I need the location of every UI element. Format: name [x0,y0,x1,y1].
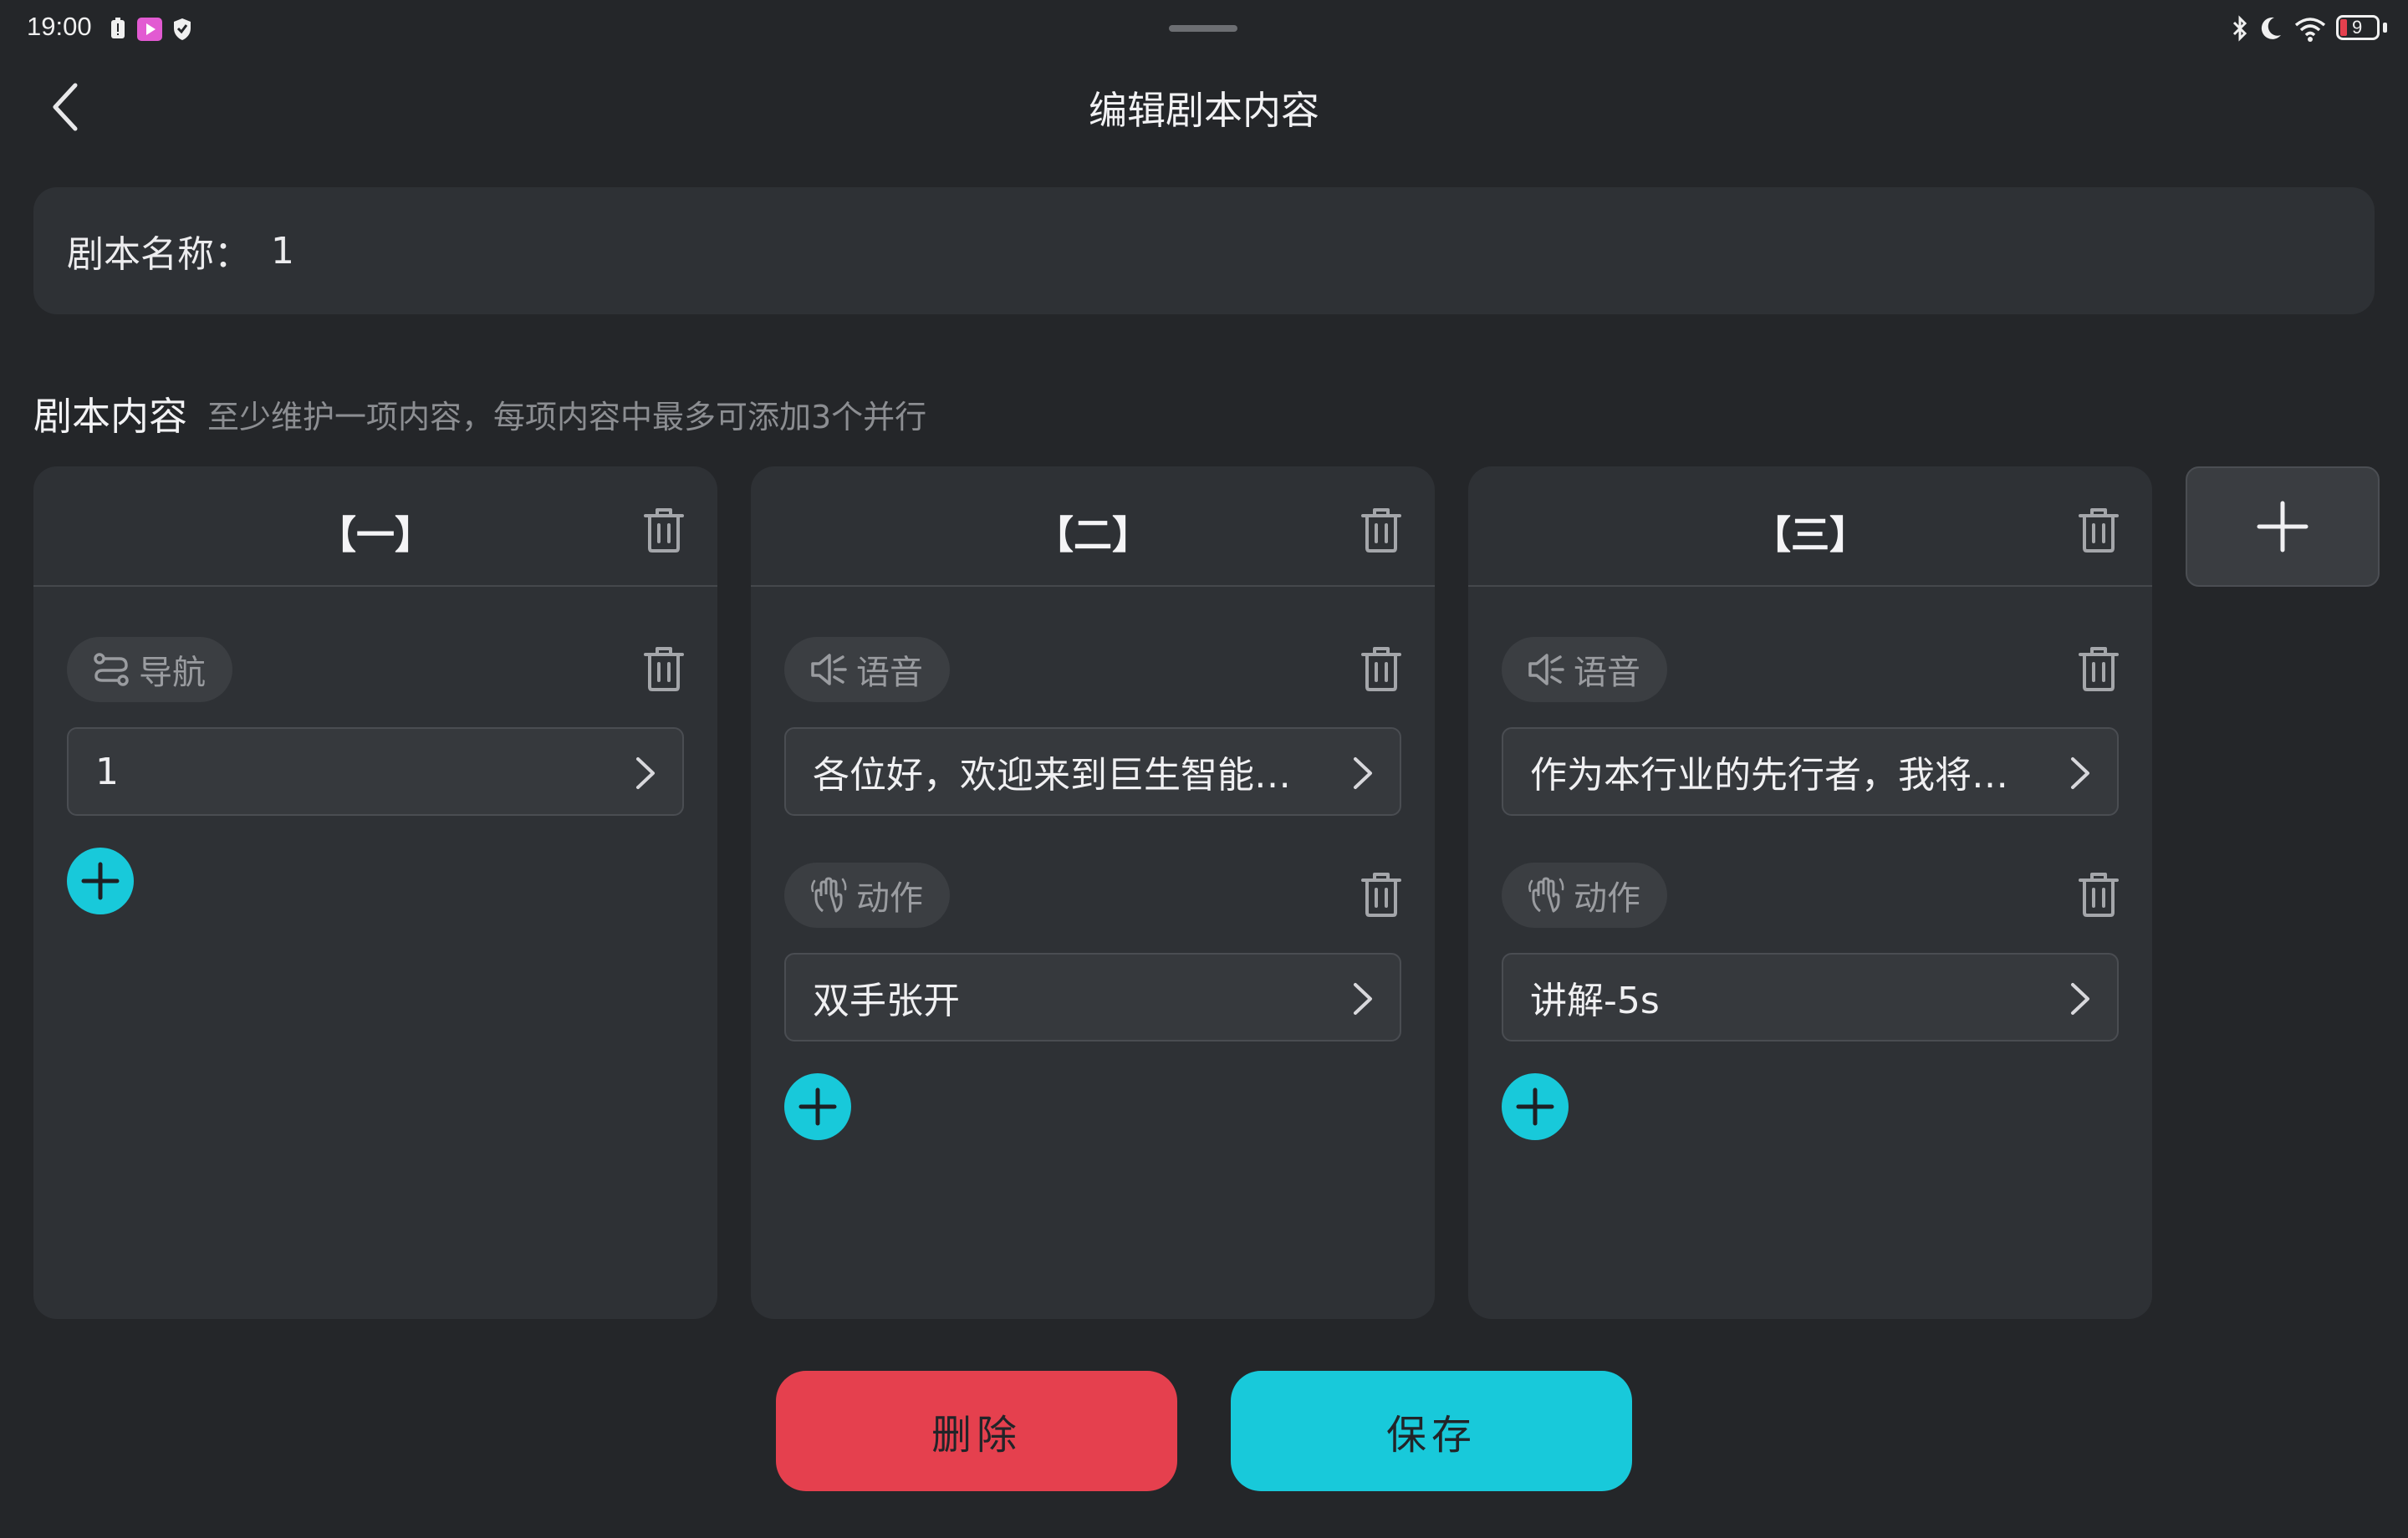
chevron-right-icon [2069,981,2092,1016]
item-value-selector[interactable]: 讲解-5s [1502,953,2119,1041]
plus-icon [67,848,134,914]
column-title: 【三】 [1752,512,1868,558]
delete-button[interactable]: 删除 [776,1371,1177,1491]
column-header: 【一】 [33,466,717,587]
status-time: 19:00 [27,12,92,41]
gesture-hand-icon [809,876,848,914]
trash-icon[interactable] [1360,507,1403,553]
item-type-tag: 语音 [784,637,950,702]
item-value-selector[interactable]: 作为本行业的先行者，我将负… [1502,727,2119,816]
plus-icon [784,1073,851,1140]
speaker-icon [809,650,848,689]
script-column-1: 【一】 导航 1 [33,466,717,1319]
item-type-label: 语音 [856,654,923,692]
item-type-tag: 动作 [1502,863,1667,928]
chevron-right-icon [2069,756,2092,791]
speaker-icon [1527,650,1565,689]
trash-icon[interactable] [642,507,686,553]
shield-icon [174,18,191,40]
item-value: 作为本行业的先行者，我将负… [1530,754,2032,797]
script-name-label: 剧本名称： [67,233,251,276]
item-type-tag: 导航 [67,637,232,702]
item-type-tag: 语音 [1502,637,1667,702]
battery-level: 9 [2352,17,2363,38]
item-value-selector[interactable]: 各位好，欢迎来到巨生智能与… [784,727,1401,816]
drag-handle[interactable] [1169,25,1237,32]
add-item-button[interactable] [784,1073,851,1140]
column-title: 【二】 [1035,512,1150,558]
status-bar: 19:00 9 [0,0,2408,59]
item-value-selector[interactable]: 1 [67,727,684,816]
plus-icon [1502,1073,1569,1140]
item-type-tag: 动作 [784,863,950,928]
item-value: 1 [95,750,119,793]
trash-icon[interactable] [2077,871,2120,918]
section-title: 剧本内容 [33,394,187,439]
plus-icon [2257,501,2309,553]
section-hint: 至少维护一项内容，每项内容中最多可添加3个并行 [207,399,927,435]
item-type-label: 动作 [1574,879,1640,918]
battery-tip [2383,23,2387,33]
add-item-button[interactable] [67,848,134,914]
item-type-label: 动作 [856,879,923,918]
trash-icon[interactable] [1360,871,1403,918]
moon-icon [2261,17,2281,39]
script-column-3: 【三】 语音 作为本行业的先行者，我将负… 动作 讲解-5s [1468,466,2152,1319]
trash-icon[interactable] [1360,645,1403,692]
column-header: 【三】 [1468,466,2152,587]
save-button[interactable]: 保存 [1231,1371,1632,1491]
item-value: 各位好，欢迎来到巨生智能与… [813,754,1314,797]
trash-icon[interactable] [2077,645,2120,692]
wifi-icon [2294,18,2326,42]
page-title: 编辑剧本内容 [1089,88,1319,133]
chevron-right-icon [1351,981,1375,1016]
trash-icon[interactable] [2077,507,2120,553]
script-name-value[interactable]: 1 [271,230,294,272]
script-column-2: 【二】 语音 各位好，欢迎来到巨生智能与… 动作 双手张开 [751,466,1435,1319]
column-header: 【二】 [751,466,1435,587]
add-item-button[interactable] [1502,1073,1569,1140]
bluetooth-icon [2232,15,2247,42]
item-value-selector[interactable]: 双手张开 [784,953,1401,1041]
item-type-label: 导航 [139,654,206,692]
item-value: 双手张开 [813,980,960,1022]
battery-icon: 9 [2336,15,2380,40]
chevron-right-icon [1351,756,1375,791]
add-column-button[interactable] [2186,466,2380,587]
media-app-icon [137,18,162,41]
script-name-field[interactable]: 剧本名称： 1 [33,187,2375,314]
chevron-right-icon [634,756,657,791]
battery-alert-icon [111,18,125,38]
gesture-hand-icon [1527,876,1565,914]
navigation-icon [92,650,130,689]
trash-icon[interactable] [642,645,686,692]
column-title: 【一】 [318,512,433,558]
item-value: 讲解-5s [1530,980,1660,1022]
item-type-label: 语音 [1574,654,1640,692]
